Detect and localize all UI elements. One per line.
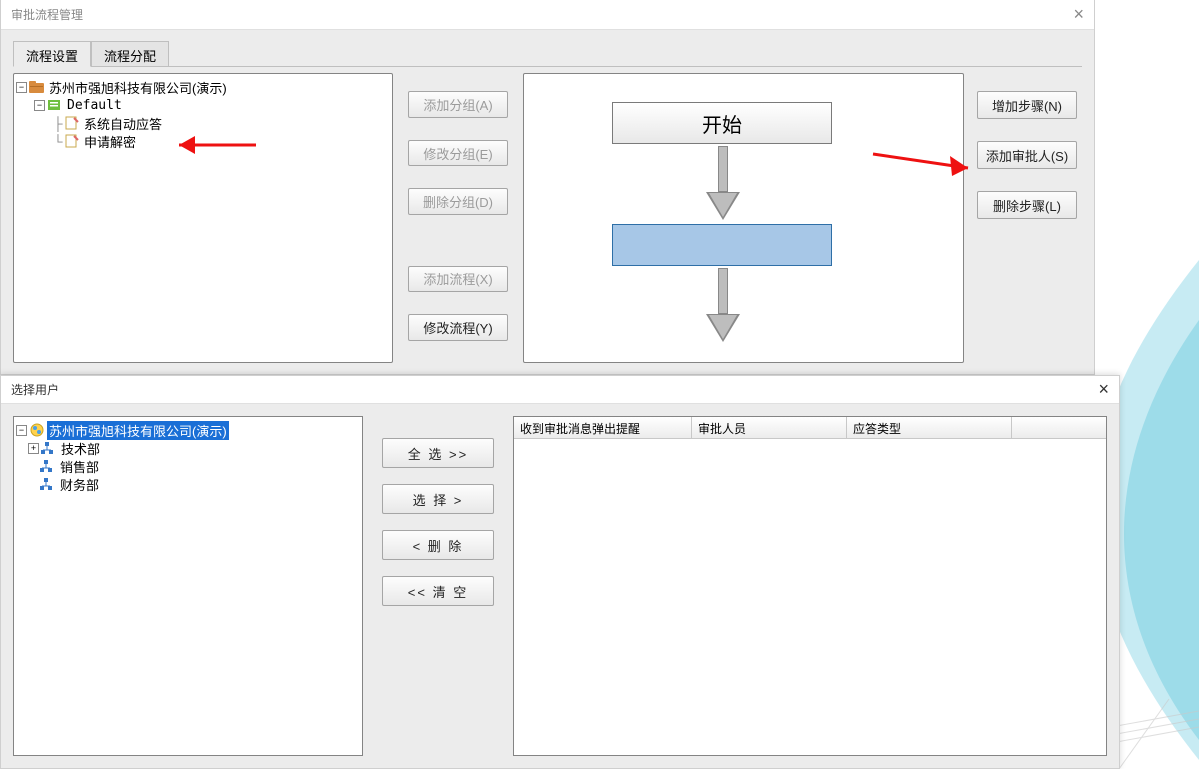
window1-close-icon[interactable]: × xyxy=(1073,4,1084,25)
select-user-window: 选择用户 × − 苏州市强旭科技有限公司(演示) + 技术部 xyxy=(0,375,1120,769)
tree-expand-icon[interactable]: + xyxy=(28,443,39,454)
window2-close-icon[interactable]: × xyxy=(1098,379,1109,400)
tree-collapse-icon[interactable]: − xyxy=(16,82,27,93)
flow-step-node[interactable] xyxy=(612,224,832,266)
tree-item-row[interactable]: ├ 系统自动应答 xyxy=(16,114,390,132)
add-flow-button[interactable]: 添加流程(X) xyxy=(408,266,508,293)
user-tree-panel[interactable]: − 苏州市强旭科技有限公司(演示) + 技术部 销售 xyxy=(13,416,363,756)
clear-button[interactable]: << 清 空 xyxy=(382,576,494,606)
tree-root-label: 苏州市强旭科技有限公司(演示) xyxy=(47,78,229,97)
tree-dept-label: 财务部 xyxy=(58,475,101,494)
delete-step-button[interactable]: 删除步骤(L) xyxy=(977,191,1077,219)
tree-dept-row[interactable]: 销售部 xyxy=(16,457,360,475)
step-button-column: 增加步骤(N) 添加审批人(S) 删除步骤(L) xyxy=(972,73,1082,363)
select-all-button[interactable]: 全 选 >> xyxy=(382,438,494,468)
remove-button[interactable]: < 删 除 xyxy=(382,530,494,560)
flow-arrow-icon xyxy=(706,268,740,344)
window2-titlebar: 选择用户 × xyxy=(1,376,1119,404)
tree-root-row[interactable]: − 苏州市强旭科技有限公司(演示) xyxy=(16,78,390,96)
select-button[interactable]: 选 择 > xyxy=(382,484,494,514)
dept-icon xyxy=(40,477,56,491)
tree-group-row[interactable]: − Default xyxy=(16,96,390,114)
tree-item-row[interactable]: └ 申请解密 xyxy=(16,132,390,150)
folder-icon xyxy=(29,80,45,94)
tree-dept-row[interactable]: 财务部 xyxy=(16,475,360,493)
flow-start-label: 开始 xyxy=(702,109,742,138)
flow-diagram-panel[interactable]: 开始 xyxy=(523,73,964,363)
tree-root-row[interactable]: − 苏州市强旭科技有限公司(演示) xyxy=(16,421,360,439)
table-header-approver[interactable]: 审批人员 xyxy=(692,417,847,438)
tree-collapse-icon[interactable]: − xyxy=(34,100,45,111)
tab-flow-assign-label: 流程分配 xyxy=(104,49,156,64)
tabstrip: 流程设置 流程分配 xyxy=(13,40,1094,66)
flow-arrow-icon xyxy=(706,146,740,222)
table-header-response-type[interactable]: 应答类型 xyxy=(847,417,1012,438)
dept-icon xyxy=(41,441,57,455)
org-icon xyxy=(29,423,45,437)
tree-item-label: 申请解密 xyxy=(82,132,138,151)
tree-dept-row[interactable]: + 技术部 xyxy=(16,439,360,457)
tree-dept-label: 技术部 xyxy=(59,439,102,458)
tree-collapse-icon[interactable]: − xyxy=(16,425,27,436)
group-icon xyxy=(47,98,63,112)
flow-item-icon xyxy=(64,134,80,148)
approval-flow-window: 审批流程管理 × 流程设置 流程分配 − 苏州市强旭科技有限公司(演示) − xyxy=(0,0,1095,375)
edit-group-button[interactable]: 修改分组(E) xyxy=(408,140,508,167)
flow-tree-panel[interactable]: − 苏州市强旭科技有限公司(演示) − Default ├ xyxy=(13,73,393,363)
tab-flow-settings-label: 流程设置 xyxy=(26,49,78,64)
add-approver-button[interactable]: 添加审批人(S) xyxy=(977,141,1077,169)
edit-flow-button[interactable]: 修改流程(Y) xyxy=(408,314,508,341)
approver-table-panel[interactable]: 收到审批消息弹出提醒 审批人员 应答类型 xyxy=(513,416,1107,756)
window1-titlebar: 审批流程管理 × xyxy=(1,0,1094,30)
add-step-button[interactable]: 增加步骤(N) xyxy=(977,91,1077,119)
table-header-row: 收到审批消息弹出提醒 审批人员 应答类型 xyxy=(514,417,1106,439)
tree-dept-label: 销售部 xyxy=(58,457,101,476)
delete-group-button[interactable]: 删除分组(D) xyxy=(408,188,508,215)
tree-group-label: Default xyxy=(65,98,124,113)
tab-flow-assign[interactable]: 流程分配 xyxy=(91,41,169,67)
tree-item-label: 系统自动应答 xyxy=(82,114,164,133)
window2-title: 选择用户 xyxy=(11,381,59,398)
table-header-spacer xyxy=(1012,417,1106,438)
transfer-button-column: 全 选 >> 选 择 > < 删 除 << 清 空 xyxy=(373,416,503,756)
tree-root-label: 苏州市强旭科技有限公司(演示) xyxy=(47,421,229,440)
flow-item-icon xyxy=(64,116,80,130)
table-header-notify[interactable]: 收到审批消息弹出提醒 xyxy=(514,417,692,438)
flow-start-node[interactable]: 开始 xyxy=(612,102,832,144)
window1-title: 审批流程管理 xyxy=(11,6,83,23)
tab-flow-settings[interactable]: 流程设置 xyxy=(13,41,91,67)
add-group-button[interactable]: 添加分组(A) xyxy=(408,91,508,118)
group-flow-button-column: 添加分组(A) 修改分组(E) 删除分组(D) 添加流程(X) 修改流程(Y) xyxy=(401,73,515,363)
dept-icon xyxy=(40,459,56,473)
